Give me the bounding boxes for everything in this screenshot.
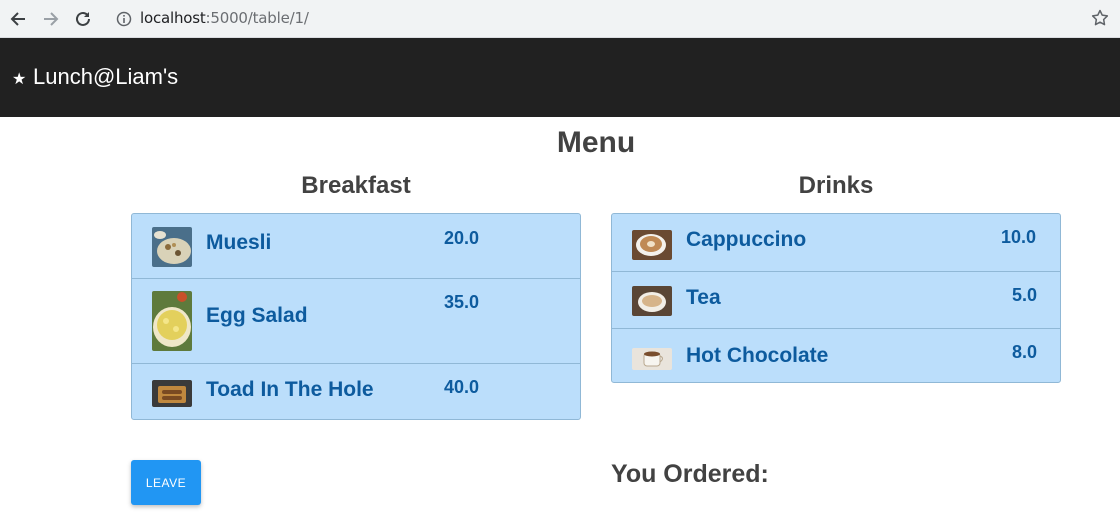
egg-salad-thumbnail (152, 291, 192, 351)
hot-chocolate-thumbnail (632, 348, 672, 370)
url-text[interactable]: localhost:5000/table/1/ (140, 9, 309, 27)
item-price: 35.0 (444, 292, 480, 312)
browser-toolbar: localhost:5000/table/1/ (0, 0, 1120, 38)
app-title[interactable]: Lunch@Liam's (33, 64, 178, 90)
item-name: Toad In The Hole (206, 378, 374, 401)
list-item[interactable]: Egg Salad 35.0 (132, 279, 580, 364)
drinks-list: Cappuccino 10.0 Tea 5.0 Hot Chocolate 8.… (611, 213, 1061, 383)
item-price: 20.0 (444, 228, 480, 248)
you-ordered-title: You Ordered: (611, 460, 769, 488)
item-price: 8.0 (1012, 342, 1038, 362)
item-name: Egg Salad (206, 304, 308, 327)
item-name: Muesli (206, 231, 272, 254)
item-name: Cappuccino (686, 228, 807, 251)
url-host: localhost (140, 9, 206, 27)
list-item[interactable]: Toad In The Hole 40.0 (132, 364, 580, 419)
toad-in-the-hole-thumbnail (152, 380, 192, 407)
list-item[interactable]: Tea 5.0 (612, 272, 1060, 329)
section-title-drinks: Drinks (798, 172, 874, 199)
star-icon: ★ (12, 71, 27, 88)
info-icon[interactable] (116, 11, 132, 27)
item-price: 5.0 (1012, 285, 1038, 305)
reload-icon[interactable] (71, 7, 95, 31)
item-name: Hot Chocolate (686, 344, 829, 367)
cappuccino-thumbnail (632, 230, 672, 260)
forward-arrow-icon[interactable] (39, 7, 63, 31)
list-item[interactable]: Cappuccino 10.0 (612, 214, 1060, 272)
item-price: 10.0 (1001, 227, 1037, 247)
bookmark-star-icon[interactable] (1090, 8, 1112, 30)
section-title-breakfast: Breakfast (301, 172, 411, 199)
item-price: 40.0 (444, 377, 480, 397)
url-path: :5000/table/1/ (205, 9, 309, 27)
breakfast-list: Muesli 20.0 Egg Salad 35.0 Toad In The H… (131, 213, 581, 420)
muesli-thumbnail (152, 227, 192, 267)
app-bar: ★ Lunch@Liam's (0, 38, 1120, 117)
tea-thumbnail (632, 286, 672, 316)
item-name: Tea (686, 286, 721, 309)
menu-title: Menu (556, 126, 636, 159)
leave-button[interactable]: LEAVE (131, 460, 201, 505)
list-item[interactable]: Muesli 20.0 (132, 214, 580, 279)
back-arrow-icon[interactable] (6, 7, 30, 31)
list-item[interactable]: Hot Chocolate 8.0 (612, 329, 1060, 382)
